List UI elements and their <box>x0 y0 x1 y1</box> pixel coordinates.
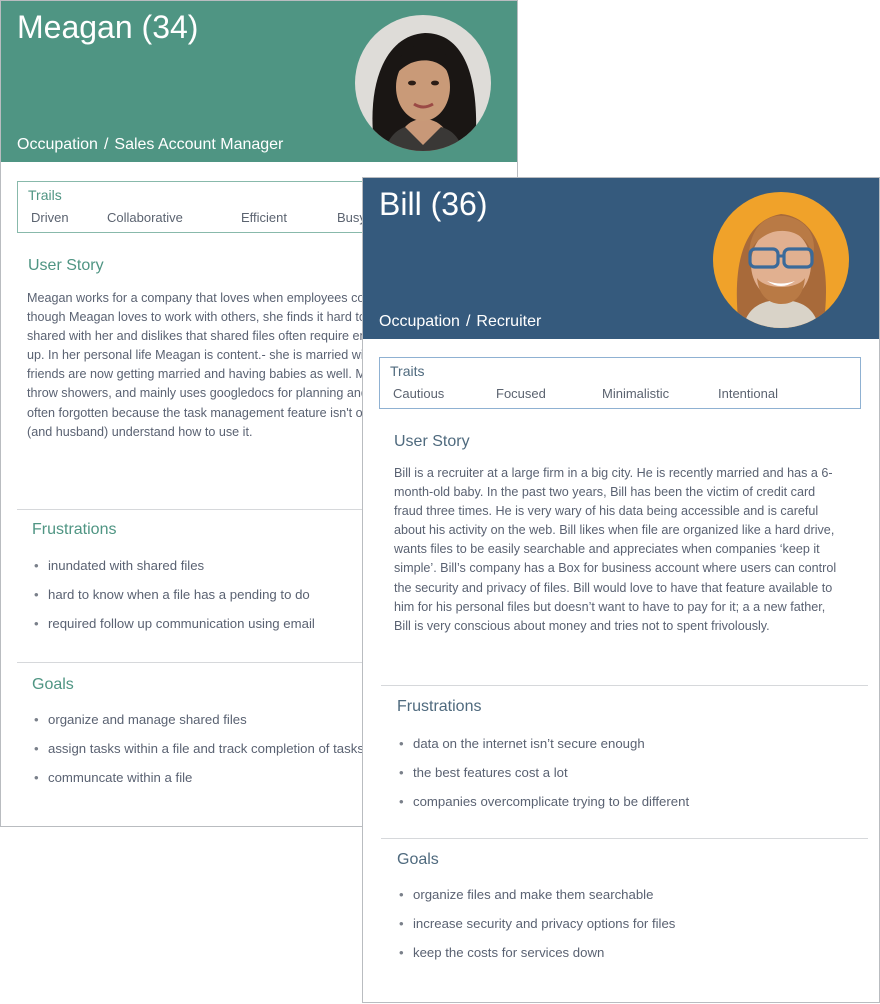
persona-name: Meagan (34) <box>17 9 199 45</box>
goals-title: Goals <box>32 676 74 693</box>
trait: Focused <box>496 386 546 401</box>
persona-name: Bill (36) <box>379 186 488 222</box>
occupation-separator: / <box>465 313 471 330</box>
user-story-title: User Story <box>394 433 470 450</box>
list-item: increase security and privacy options fo… <box>397 916 675 945</box>
frustrations-list: data on the internet isn’t secure enough… <box>397 736 689 823</box>
list-item: keep the costs for services down <box>397 945 675 974</box>
occupation-separator: / <box>103 136 109 153</box>
list-item: assign tasks within a file and track com… <box>32 741 364 770</box>
persona-header: Bill (36) Occupation / Recruiter <box>363 178 879 339</box>
occupation: Occupation / Sales Account Manager <box>17 136 283 154</box>
trait: Driven <box>31 210 69 225</box>
occupation-value: Sales Account Manager <box>114 136 284 153</box>
goals-list: organize and manage shared files assign … <box>32 712 364 799</box>
traits-title: Trails <box>28 187 62 203</box>
traits-title: Traits <box>390 363 425 379</box>
frustrations-title: Frustrations <box>32 521 117 538</box>
goals-list: organize files and make them searchable … <box>397 887 675 974</box>
trait: Cautious <box>393 386 445 401</box>
avatar <box>713 192 849 328</box>
list-item: data on the internet isn’t secure enough <box>397 736 689 765</box>
list-item: hard to know when a file has a pending t… <box>32 587 315 616</box>
list-item: companies overcomplicate trying to be di… <box>397 794 689 823</box>
occupation-label: Occupation <box>17 136 98 153</box>
goals-title: Goals <box>397 851 439 868</box>
persona-card-bill: Bill (36) Occupation / Recruiter Traits Ca… <box>362 177 880 1003</box>
occupation-value: Recruiter <box>476 313 542 330</box>
occupation-label: Occupation <box>379 313 460 330</box>
trait: Efficient <box>241 210 288 225</box>
occupation: Occupation / Recruiter <box>379 313 541 331</box>
trait: Minimalistic <box>602 386 670 401</box>
list-item: the best features cost a lot <box>397 765 689 794</box>
trait: Collaborative <box>107 210 183 225</box>
trait: Intentional <box>718 386 778 401</box>
frustrations-list: inundated with shared files hard to know… <box>32 558 315 645</box>
divider <box>381 838 868 839</box>
list-item: communcate within a file <box>32 770 364 799</box>
list-item: inundated with shared files <box>32 558 315 587</box>
user-story-title: User Story <box>28 257 104 274</box>
list-item: organize and manage shared files <box>32 712 364 741</box>
avatar <box>355 15 491 151</box>
traits-box: Traits Cautious Focused Minimalistic Int… <box>379 357 861 409</box>
list-item: required follow up communication using e… <box>32 616 315 645</box>
divider <box>381 685 868 686</box>
user-story-text: Bill is a recruiter at a large firm in a… <box>394 466 837 633</box>
frustrations-title: Frustrations <box>397 698 482 715</box>
persona-header: Meagan (34) Occupation / Sales Account Man… <box>1 1 517 162</box>
list-item: organize files and make them searchable <box>397 887 675 916</box>
